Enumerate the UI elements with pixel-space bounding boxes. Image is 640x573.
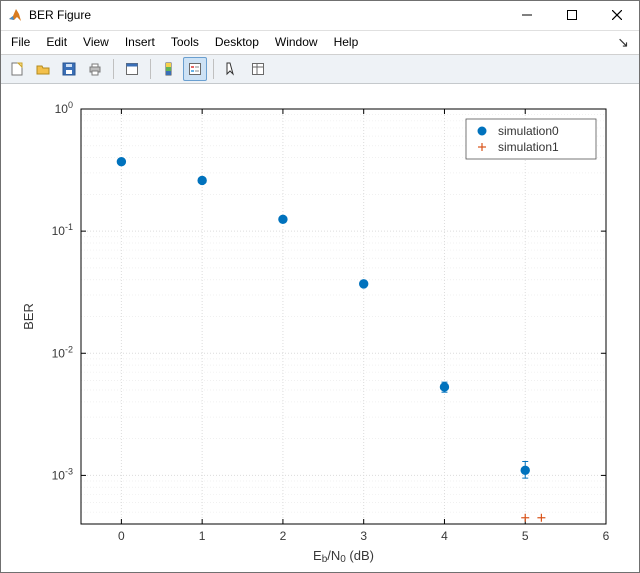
matlab-icon [7, 7, 23, 23]
y-tick-label: 10-1 [52, 222, 73, 238]
data-point-sim0 [440, 383, 448, 391]
legend-label-sim0: simulation0 [498, 124, 559, 138]
menu-help[interactable]: Help [326, 31, 367, 54]
x-tick-label: 5 [522, 529, 529, 543]
menubar: File Edit View Insert Tools Desktop Wind… [1, 31, 639, 55]
x-tick-label: 6 [603, 529, 610, 543]
insert-colorbar-icon[interactable] [157, 57, 181, 81]
x-tick-label: 4 [441, 529, 448, 543]
legend-label-sim1: simulation1 [498, 140, 559, 154]
open-icon[interactable] [31, 57, 55, 81]
data-point-sim0 [359, 280, 367, 288]
toolbar-separator [113, 59, 114, 79]
menubar-corner-icon[interactable]: ↘ [609, 34, 637, 51]
menu-desktop[interactable]: Desktop [207, 31, 267, 54]
menu-tools[interactable]: Tools [163, 31, 207, 54]
y-tick-label: 100 [55, 100, 73, 116]
data-point-sim0 [521, 466, 529, 474]
x-tick-label: 3 [360, 529, 367, 543]
plot-area[interactable]: 0 1 2 3 4 5 6 100 10-1 10-2 10-3 BER Eb/N0 (dB) simul… [1, 84, 639, 572]
y-tick-label: 10-2 [52, 344, 73, 360]
save-icon[interactable] [57, 57, 81, 81]
property-editor-icon[interactable] [246, 57, 270, 81]
axes[interactable]: 0 1 2 3 4 5 6 100 10-1 10-2 10-3 BER Eb/N0 (dB) simul… [11, 94, 629, 570]
toolbar-separator [213, 59, 214, 79]
toolbar-separator [150, 59, 151, 79]
menu-window[interactable]: Window [267, 31, 326, 54]
new-figure-icon[interactable] [5, 57, 29, 81]
menu-edit[interactable]: Edit [38, 31, 75, 54]
y-axis-label: BER [21, 303, 36, 330]
link-plot-icon[interactable] [120, 57, 144, 81]
window-title: BER Figure [29, 8, 504, 22]
menu-file[interactable]: File [3, 31, 38, 54]
edit-plot-icon[interactable] [220, 57, 244, 81]
insert-legend-icon[interactable] [183, 57, 207, 81]
data-point-sim0 [117, 158, 125, 166]
maximize-button[interactable] [549, 1, 594, 30]
data-point-sim0 [279, 215, 287, 223]
x-tick-label: 2 [280, 529, 287, 543]
legend-marker-sim0 [478, 127, 486, 135]
menu-view[interactable]: View [75, 31, 117, 54]
x-tick-label: 0 [118, 529, 125, 543]
toolbar [1, 55, 639, 84]
print-icon[interactable] [83, 57, 107, 81]
titlebar: BER Figure [1, 1, 639, 31]
window-controls [504, 1, 639, 30]
data-point-sim0 [198, 176, 206, 184]
menu-insert[interactable]: Insert [117, 31, 163, 54]
figure-window: BER Figure File Edit View Insert Tools D… [0, 0, 640, 573]
minimize-button[interactable] [504, 1, 549, 30]
y-tick-label: 10-3 [52, 466, 73, 482]
x-axis-label: Eb/N0 (dB) [313, 548, 374, 565]
x-tick-label: 1 [199, 529, 206, 543]
close-button[interactable] [594, 1, 639, 30]
